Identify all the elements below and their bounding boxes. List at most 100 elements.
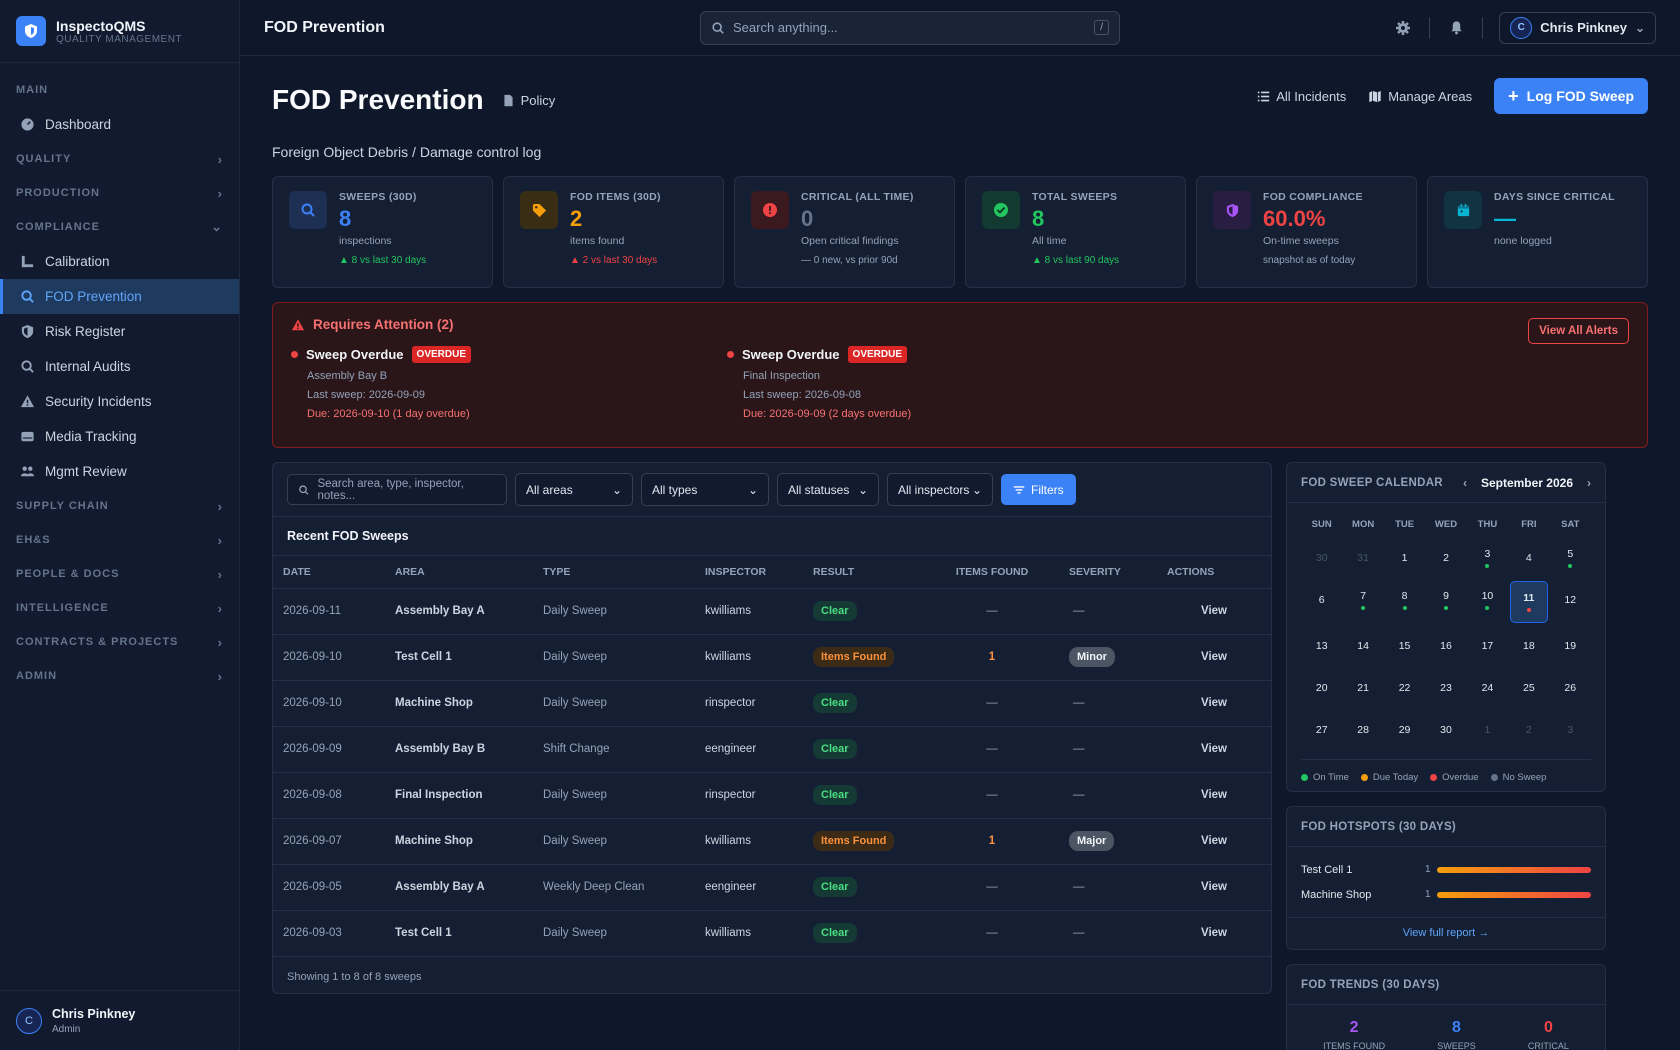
- stat-card[interactable]: DAYS SINCE CRITICAL — none logged: [1427, 176, 1648, 288]
- view-button[interactable]: View: [1157, 818, 1271, 865]
- nav-section-contracts[interactable]: CONTRACTS & PROJECTS ›: [0, 625, 239, 659]
- calendar-day[interactable]: 28: [1342, 709, 1383, 751]
- inspector-select[interactable]: All inspectors ⌄: [887, 473, 993, 506]
- nav-section-production[interactable]: PRODUCTION ›: [0, 176, 239, 210]
- stat-card[interactable]: TOTAL SWEEPS 8 All time ▲ 8 vs last 90 d…: [965, 176, 1186, 288]
- view-button[interactable]: View: [1157, 910, 1271, 957]
- stat-card[interactable]: FOD COMPLIANCE 60.0% On-time sweeps snap…: [1196, 176, 1417, 288]
- table-row[interactable]: 2026-09-10 Test Cell 1 Daily Sweep kwill…: [273, 634, 1271, 681]
- stat-card[interactable]: CRITICAL (ALL TIME) 0 Open critical find…: [734, 176, 955, 288]
- view-all-alerts-button[interactable]: View All Alerts: [1528, 318, 1629, 344]
- calendar-day[interactable]: 2: [1508, 709, 1549, 751]
- table-row[interactable]: 2026-09-10 Machine Shop Daily Sweep rins…: [273, 680, 1271, 727]
- calendar-day[interactable]: 5: [1550, 537, 1591, 579]
- calendar-day-today[interactable]: 11: [1510, 581, 1548, 623]
- table-search-input[interactable]: Search area, type, inspector, notes...: [287, 474, 507, 505]
- nav-section-compliance[interactable]: COMPLIANCE ⌄: [0, 210, 239, 244]
- col-area[interactable]: AREA: [385, 556, 533, 589]
- col-type[interactable]: TYPE: [533, 556, 695, 589]
- calendar-day[interactable]: 6: [1301, 579, 1342, 621]
- sidebar-item-mgmt-review[interactable]: Mgmt Review: [0, 454, 239, 489]
- view-full-report-link[interactable]: View full report →: [1287, 917, 1605, 947]
- status-select[interactable]: All statuses ⌄: [777, 473, 879, 506]
- view-button[interactable]: View: [1157, 772, 1271, 819]
- settings-gear-icon[interactable]: [1393, 18, 1413, 38]
- calendar-day[interactable]: 27: [1301, 709, 1342, 751]
- chevron-left-icon[interactable]: ‹: [1463, 476, 1467, 490]
- table-row[interactable]: 2026-09-07 Machine Shop Daily Sweep kwil…: [273, 818, 1271, 865]
- col-severity[interactable]: SEVERITY: [1059, 556, 1157, 589]
- alert-item[interactable]: Sweep Overdue OVERDUE Assembly Bay B Last…: [291, 346, 727, 420]
- view-button[interactable]: View: [1157, 726, 1271, 773]
- type-select[interactable]: All types ⌄: [641, 473, 769, 506]
- calendar-day[interactable]: 14: [1342, 625, 1383, 667]
- col-inspector[interactable]: INSPECTOR: [695, 556, 803, 589]
- chevron-right-icon[interactable]: ›: [1587, 476, 1591, 490]
- nav-section-quality[interactable]: QUALITY ›: [0, 142, 239, 176]
- calendar-day[interactable]: 10: [1467, 579, 1508, 621]
- nav-section-admin[interactable]: ADMIN ›: [0, 659, 239, 693]
- stat-card[interactable]: SWEEPS (30D) 8 inspections ▲ 8 vs last 3…: [272, 176, 493, 288]
- manage-areas-button[interactable]: Manage Areas: [1368, 89, 1472, 104]
- hotspot-row[interactable]: Test Cell 1 1: [1287, 857, 1605, 882]
- bell-icon[interactable]: [1446, 18, 1466, 38]
- sidebar-item-calibration[interactable]: Calibration: [0, 244, 239, 279]
- sidebar-item-fod-prevention[interactable]: FOD Prevention: [0, 279, 239, 314]
- table-row[interactable]: 2026-09-11 Assembly Bay A Daily Sweep kw…: [273, 588, 1271, 635]
- sidebar-user[interactable]: C Chris Pinkney Admin: [0, 990, 239, 1050]
- calendar-day[interactable]: 8: [1384, 579, 1425, 621]
- calendar-day[interactable]: 9: [1425, 579, 1466, 621]
- calendar-day[interactable]: 25: [1508, 667, 1549, 709]
- col-date[interactable]: DATE: [273, 556, 385, 589]
- calendar-day[interactable]: 3: [1550, 709, 1591, 751]
- calendar-day[interactable]: 30: [1301, 537, 1342, 579]
- calendar-day[interactable]: 2: [1425, 537, 1466, 579]
- view-button[interactable]: View: [1157, 680, 1271, 727]
- calendar-day[interactable]: 4: [1508, 537, 1549, 579]
- nav-section-supply-chain[interactable]: SUPPLY CHAIN ›: [0, 489, 239, 523]
- calendar-day[interactable]: 22: [1384, 667, 1425, 709]
- all-incidents-button[interactable]: All Incidents: [1257, 89, 1346, 104]
- sidebar-item-security-incidents[interactable]: Security Incidents: [0, 384, 239, 419]
- calendar-day[interactable]: 31: [1342, 537, 1383, 579]
- sidebar-item-media-tracking[interactable]: Media Tracking: [0, 419, 239, 454]
- calendar-day[interactable]: 15: [1384, 625, 1425, 667]
- nav-section-people-docs[interactable]: PEOPLE & DOCS ›: [0, 557, 239, 591]
- calendar-day[interactable]: 21: [1342, 667, 1383, 709]
- calendar-day[interactable]: 3: [1467, 537, 1508, 579]
- calendar-day[interactable]: 20: [1301, 667, 1342, 709]
- calendar-day[interactable]: 17: [1467, 625, 1508, 667]
- user-menu[interactable]: C Chris Pinkney ⌄: [1499, 11, 1656, 44]
- calendar-day[interactable]: 24: [1467, 667, 1508, 709]
- view-button[interactable]: View: [1157, 864, 1271, 911]
- calendar-day[interactable]: 19: [1550, 625, 1591, 667]
- sidebar-item-internal-audits[interactable]: Internal Audits: [0, 349, 239, 384]
- calendar-day[interactable]: 1: [1467, 709, 1508, 751]
- table-row[interactable]: 2026-09-05 Assembly Bay A Weekly Deep Cl…: [273, 864, 1271, 911]
- table-row[interactable]: 2026-09-03 Test Cell 1 Daily Sweep kwill…: [273, 910, 1271, 957]
- view-button[interactable]: View: [1157, 634, 1271, 681]
- calendar-day[interactable]: 1: [1384, 537, 1425, 579]
- calendar-day[interactable]: 13: [1301, 625, 1342, 667]
- calendar-day[interactable]: 23: [1425, 667, 1466, 709]
- brand[interactable]: InspectoQMS QUALITY MANAGEMENT: [0, 0, 239, 63]
- calendar-day[interactable]: 30: [1425, 709, 1466, 751]
- nav-section-ehs[interactable]: EH&S ›: [0, 523, 239, 557]
- calendar-day[interactable]: 18: [1508, 625, 1549, 667]
- sidebar-item-risk-register[interactable]: Risk Register: [0, 314, 239, 349]
- col-items-found[interactable]: ITEMS FOUND: [925, 556, 1059, 589]
- filters-button[interactable]: Filters: [1001, 474, 1076, 505]
- calendar-day[interactable]: 12: [1550, 579, 1591, 621]
- table-row[interactable]: 2026-09-09 Assembly Bay B Shift Change e…: [273, 726, 1271, 773]
- log-fod-sweep-button[interactable]: + Log FOD Sweep: [1494, 78, 1648, 114]
- table-row[interactable]: 2026-09-08 Final Inspection Daily Sweep …: [273, 772, 1271, 819]
- stat-card[interactable]: FOD ITEMS (30D) 2 items found ▲ 2 vs las…: [503, 176, 724, 288]
- col-result[interactable]: RESULT: [803, 556, 925, 589]
- area-select[interactable]: All areas ⌄: [515, 473, 633, 506]
- nav-section-intelligence[interactable]: INTELLIGENCE ›: [0, 591, 239, 625]
- alert-item[interactable]: Sweep Overdue OVERDUE Final Inspection La…: [727, 346, 1163, 420]
- calendar-day[interactable]: 7: [1342, 579, 1383, 621]
- calendar-day[interactable]: 26: [1550, 667, 1591, 709]
- calendar-day[interactable]: 29: [1384, 709, 1425, 751]
- hotspot-row[interactable]: Machine Shop 1: [1287, 882, 1605, 907]
